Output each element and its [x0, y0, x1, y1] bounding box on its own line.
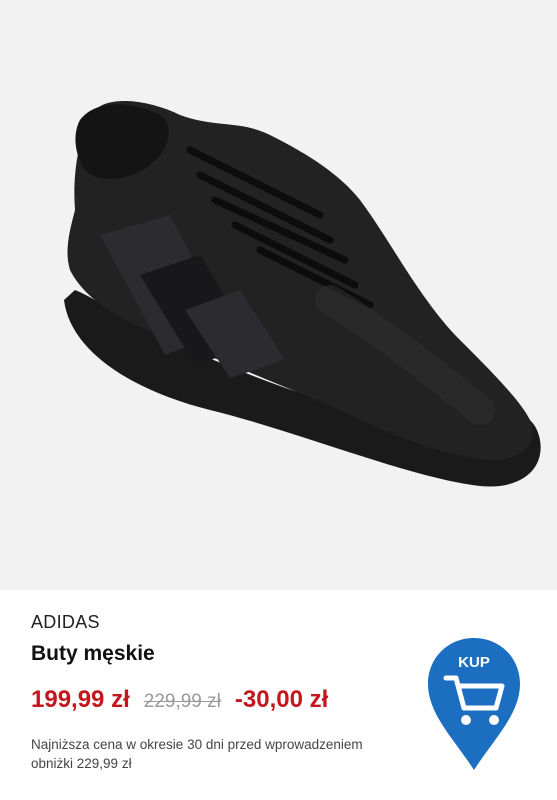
current-price: 199,99 zł — [31, 686, 130, 713]
lowest-price-note: Najniższa cena w okresie 30 dni przed wp… — [31, 737, 363, 771]
brand-name: ADIDAS — [31, 612, 100, 632]
product-image[interactable] — [0, 0, 557, 590]
product-title[interactable]: Buty męskie — [31, 642, 155, 666]
buy-button[interactable]: KUP — [424, 634, 524, 774]
buy-button-label: KUP — [458, 654, 490, 671]
old-price: 229,99 zł — [143, 691, 221, 712]
price-row: 199,99 zł 229,99 zł -30,00 zł — [31, 686, 328, 716]
shoe-illustration — [64, 100, 541, 487]
discount-amount: -30,00 zł — [234, 686, 329, 713]
